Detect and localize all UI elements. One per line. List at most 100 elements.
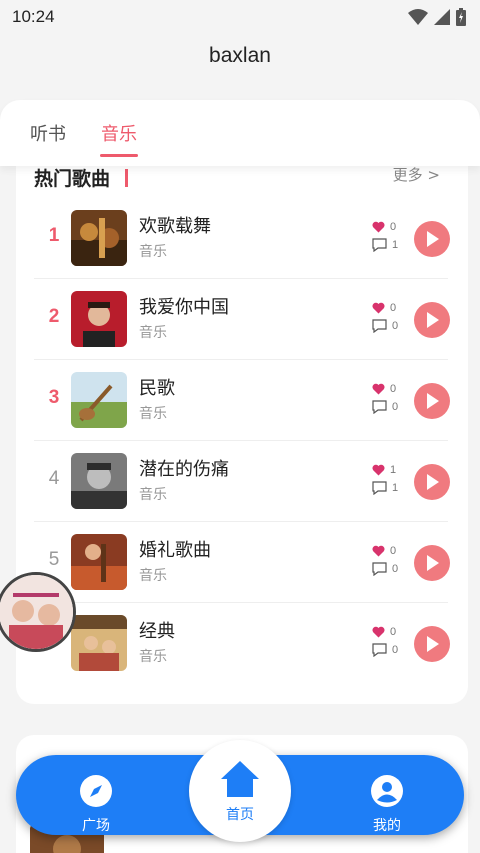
song-title: 经典 (139, 621, 175, 642)
song-row[interactable]: 4 潜在的伤痛 音乐 1 1 (34, 441, 450, 522)
comment-stat[interactable]: 0 (372, 398, 402, 416)
comment-icon (372, 319, 387, 333)
play-button[interactable] (414, 626, 450, 662)
song-title: 我爱你中国 (139, 297, 229, 318)
song-category: 音乐 (139, 649, 167, 665)
song-cover (71, 210, 127, 266)
play-icon (427, 312, 439, 328)
nav-square[interactable]: 广场 (70, 775, 122, 835)
song-rank: 1 (48, 225, 60, 246)
comment-count: 1 (392, 239, 399, 251)
heart-icon (372, 221, 385, 233)
comment-stat[interactable]: 0 (372, 560, 402, 578)
status-icons (408, 8, 466, 26)
song-cover (71, 291, 127, 347)
wifi-icon (408, 9, 428, 25)
tab-audiobook[interactable]: 听书 (30, 120, 66, 146)
song-category: 音乐 (139, 244, 167, 260)
app-title: baxlan (209, 44, 271, 67)
comment-icon (372, 643, 387, 657)
like-stat[interactable]: 0 (372, 299, 402, 317)
like-count: 1 (390, 464, 397, 476)
comment-stat[interactable]: 1 (372, 479, 402, 497)
heart-icon (372, 383, 385, 395)
comment-count: 0 (392, 401, 399, 413)
status-time: 10:24 (12, 7, 55, 26)
heart-icon (372, 464, 385, 476)
status-bar: 10:24 (0, 0, 480, 34)
like-count: 0 (390, 626, 397, 638)
like-count: 0 (390, 302, 397, 314)
comment-stat[interactable]: 0 (372, 641, 402, 659)
heart-icon (372, 545, 385, 557)
nav-mine[interactable]: 我的 (361, 775, 413, 835)
comment-count: 0 (392, 644, 399, 656)
song-cover (71, 372, 127, 428)
more-link[interactable]: 更多 > (393, 164, 440, 185)
title-accent-bar (125, 169, 128, 187)
comment-count: 0 (392, 320, 399, 332)
song-rank: 4 (48, 468, 60, 489)
song-row[interactable]: 2 我爱你中国 音乐 0 0 (34, 279, 450, 360)
play-button[interactable] (414, 545, 450, 581)
song-stats: 0 0 (372, 380, 402, 416)
song-stats: 0 0 (372, 623, 402, 659)
song-rank: 5 (48, 549, 60, 570)
song-title: 民歌 (139, 378, 175, 399)
play-button[interactable] (414, 464, 450, 500)
song-cover (71, 534, 127, 590)
heart-icon (372, 302, 385, 314)
song-category: 音乐 (139, 406, 167, 422)
song-cover (71, 453, 127, 509)
comment-stat[interactable]: 1 (372, 236, 402, 254)
song-title: 欢歌载舞 (139, 216, 211, 237)
song-row[interactable]: 3 民歌 音乐 0 0 (34, 360, 450, 441)
home-icon (221, 761, 259, 797)
song-stats: 1 1 (372, 461, 402, 497)
song-row[interactable]: 5 婚礼歌曲 音乐 0 0 (34, 522, 450, 603)
nav-mine-label: 我的 (373, 818, 401, 834)
song-title: 潜在的伤痛 (139, 459, 229, 480)
tab-music[interactable]: 音乐 (101, 120, 137, 146)
play-icon (427, 393, 439, 409)
song-rank: 2 (48, 306, 60, 327)
nav-home[interactable]: 首页 (189, 740, 291, 842)
song-row[interactable]: 6 经典 音乐 0 0 (34, 603, 450, 684)
heart-icon (372, 626, 385, 638)
play-button[interactable] (414, 302, 450, 338)
hot-songs-card: 热门歌曲 更多 > 1 欢歌载舞 音乐 0 1 2 我爱你中国 音乐 0 0 3… (16, 150, 468, 704)
like-stat[interactable]: 0 (372, 542, 402, 560)
comment-icon (372, 238, 387, 252)
comment-stat[interactable]: 0 (372, 317, 402, 335)
like-stat[interactable]: 1 (372, 461, 402, 479)
section-title: 热门歌曲 (34, 168, 111, 190)
comment-count: 1 (392, 482, 399, 494)
comment-icon (372, 562, 387, 576)
song-category: 音乐 (139, 325, 167, 341)
play-icon (427, 474, 439, 490)
play-button[interactable] (414, 383, 450, 419)
like-stat[interactable]: 0 (372, 623, 402, 641)
play-icon (427, 231, 439, 247)
song-stats: 0 1 (372, 218, 402, 254)
compass-icon (80, 775, 112, 807)
song-stats: 0 0 (372, 542, 402, 578)
like-stat[interactable]: 0 (372, 218, 402, 236)
nav-home-label: 首页 (226, 807, 254, 823)
play-icon (427, 555, 439, 571)
play-icon (427, 636, 439, 652)
comment-count: 0 (392, 563, 399, 575)
active-tab-indicator (100, 154, 138, 157)
like-count: 0 (390, 383, 397, 395)
signal-icon (434, 9, 450, 25)
song-title: 婚礼歌曲 (139, 540, 211, 561)
play-button[interactable] (414, 221, 450, 257)
song-category: 音乐 (139, 568, 167, 584)
like-stat[interactable]: 0 (372, 380, 402, 398)
like-count: 0 (390, 545, 397, 557)
user-icon (371, 775, 403, 807)
like-count: 0 (390, 221, 397, 233)
song-row[interactable]: 1 欢歌载舞 音乐 0 1 (34, 198, 450, 279)
comment-icon (372, 400, 387, 414)
tab-bar: 听书 音乐 (0, 100, 480, 166)
